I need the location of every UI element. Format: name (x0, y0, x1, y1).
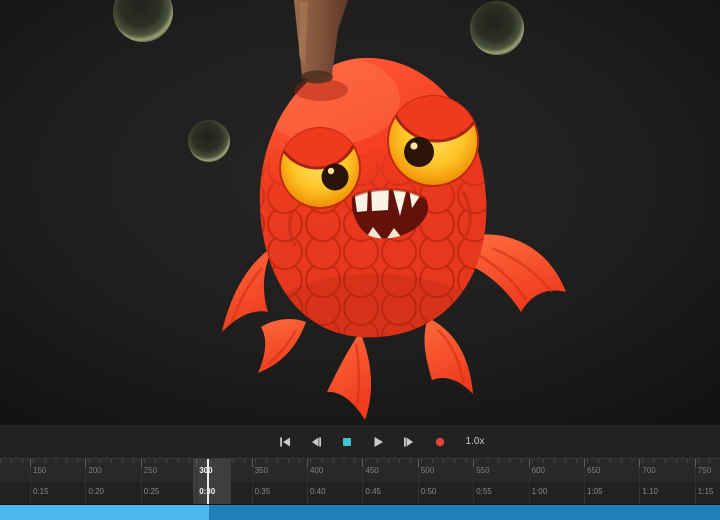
play-icon (372, 436, 384, 448)
previous-frame-icon (310, 436, 322, 448)
skip-to-start-icon (279, 436, 291, 448)
timeline-ticks: 1500:152000:202500:253000:303500:354000:… (0, 459, 720, 504)
next-frame-icon (403, 436, 415, 448)
skip-to-start-button[interactable] (272, 430, 298, 454)
next-frame-button[interactable] (396, 430, 422, 454)
playhead[interactable] (207, 459, 209, 504)
timeline-scrollbar[interactable] (0, 504, 720, 520)
playback-speed-label[interactable]: 1.0x (466, 436, 485, 447)
stop-icon (341, 436, 353, 448)
animation-player-app: 1.0x 1500:152000:202500:253000:303500:35… (0, 0, 720, 520)
play-button[interactable] (365, 430, 391, 454)
fish-character-artwork (0, 0, 720, 424)
record-button[interactable] (427, 430, 453, 454)
timeline-scrollbar-thumb[interactable] (0, 505, 209, 520)
record-icon (434, 436, 446, 448)
stop-button[interactable] (334, 430, 360, 454)
transport-controls: 1.0x (272, 430, 485, 454)
viewport-canvas[interactable] (0, 0, 720, 424)
timeline-ruler[interactable]: 1500:152000:202500:253000:303500:354000:… (0, 458, 720, 504)
previous-frame-button[interactable] (303, 430, 329, 454)
transport-bar: 1.0x (0, 424, 720, 458)
